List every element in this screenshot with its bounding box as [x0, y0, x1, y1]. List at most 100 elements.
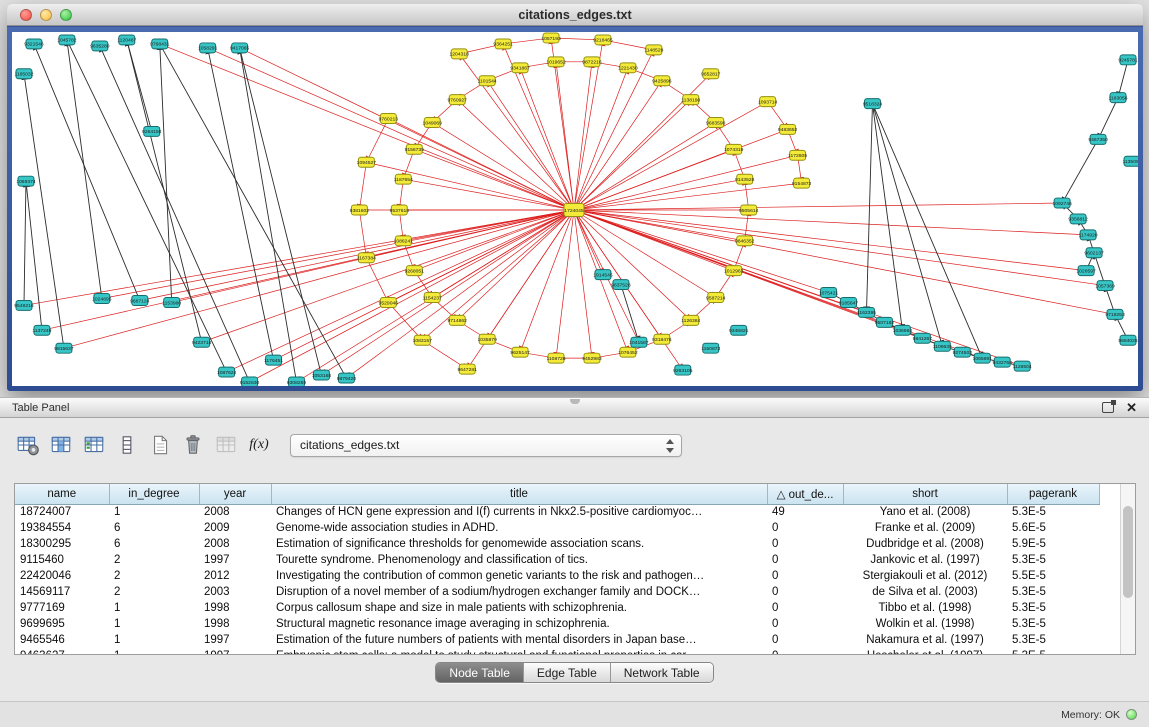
- graph-edge[interactable]: [1062, 139, 1098, 203]
- graph-node[interactable]: 1150873: [701, 343, 720, 353]
- graph-node[interactable]: 1065891: [973, 353, 993, 363]
- graph-node[interactable]: 9635280: [90, 41, 110, 51]
- graph-node[interactable]: 9483652: [778, 124, 798, 134]
- graph-node[interactable]: 9218465: [593, 35, 613, 45]
- graph-node[interactable]: 9154873: [792, 178, 812, 188]
- float-panel-icon[interactable]: [1102, 402, 1114, 413]
- graph-node[interactable]: 9156735: [405, 144, 425, 154]
- graph-node[interactable]: 1058291: [198, 43, 218, 53]
- graph-node[interactable]: 9714862: [448, 315, 468, 325]
- graph-edge[interactable]: [574, 210, 691, 320]
- close-window-button[interactable]: [20, 9, 32, 21]
- graph-node[interactable]: 9872216: [582, 57, 602, 67]
- row-height-icon[interactable]: [113, 431, 141, 459]
- graph-edge[interactable]: [467, 210, 574, 369]
- column-header-short[interactable]: short: [843, 484, 1007, 504]
- graph-node[interactable]: 1128504: [1013, 361, 1032, 371]
- graph-edge[interactable]: [1098, 98, 1118, 140]
- graph-node[interactable]: 1093714: [758, 97, 778, 107]
- tab-network-table[interactable]: Network Table: [610, 663, 713, 682]
- graph-node[interactable]: 9815637: [54, 343, 74, 353]
- table-row[interactable]: 977716911998Corpus callosum shape and si…: [15, 600, 1099, 616]
- graph-node[interactable]: 1094527: [357, 157, 377, 167]
- graph-node[interactable]: 9505614: [739, 205, 759, 215]
- graph-node[interactable]: 1086241: [394, 236, 414, 246]
- graph-node[interactable]: 9768431: [150, 39, 170, 49]
- graph-node[interactable]: 9423718: [192, 337, 212, 347]
- graph-node[interactable]: 1057193: [541, 33, 561, 43]
- network-canvas[interactable]: 1724045950561491435281074319968359011381…: [12, 32, 1138, 386]
- graph-node[interactable]: 9356812: [1068, 214, 1088, 224]
- graph-edge[interactable]: [127, 40, 152, 131]
- graph-edge[interactable]: [574, 210, 1088, 235]
- table-row[interactable]: 1872400712008Changes of HCN gene express…: [15, 504, 1099, 520]
- graph-node[interactable]: 1176451: [264, 355, 283, 365]
- graph-node[interactable]: 9143528: [735, 174, 755, 184]
- graph-node[interactable]: 9687124: [130, 296, 150, 306]
- table-row[interactable]: 1830029562008Estimation of significance …: [15, 536, 1099, 552]
- graph-node[interactable]: 9341867: [510, 63, 530, 73]
- graph-node[interactable]: 1204318: [450, 49, 470, 59]
- graph-node[interactable]: 1138190: [681, 95, 700, 105]
- graph-edge[interactable]: [414, 149, 574, 210]
- graph-node[interactable]: 9652817: [701, 69, 721, 79]
- graph-node[interactable]: 1172605: [788, 150, 807, 160]
- new-table-icon[interactable]: [146, 431, 174, 459]
- graph-node[interactable]: 1174920: [1079, 230, 1098, 240]
- graph-node[interactable]: 1183056: [1109, 93, 1128, 103]
- tab-node-table[interactable]: Node Table: [436, 663, 523, 682]
- graph-edge[interactable]: [67, 40, 227, 372]
- graph-node[interactable]: 9683590: [706, 118, 726, 128]
- graph-node[interactable]: 1024895: [92, 294, 112, 304]
- graph-node[interactable]: 1012963: [724, 266, 744, 276]
- graph-node[interactable]: 9417065: [230, 43, 250, 53]
- graph-node[interactable]: 9637528: [611, 280, 631, 290]
- close-panel-icon[interactable]: ✕: [1126, 401, 1137, 414]
- column-header-name[interactable]: name: [15, 484, 109, 504]
- graph-node[interactable]: 9268051: [405, 266, 425, 276]
- graph-node[interactable]: 1187654: [394, 174, 413, 184]
- graph-node[interactable]: 1041587: [629, 337, 649, 347]
- graph-node[interactable]: 1109635: [933, 341, 952, 351]
- graph-node[interactable]: 1053168: [312, 370, 332, 380]
- graph-edge[interactable]: [574, 183, 802, 210]
- zoom-window-button[interactable]: [60, 9, 72, 21]
- graph-node[interactable]: 9760927: [448, 95, 468, 105]
- table-scrollbar-thumb[interactable]: [1123, 506, 1133, 598]
- graph-node[interactable]: 1185032: [14, 69, 33, 79]
- graph-edge[interactable]: [520, 68, 574, 210]
- table-row[interactable]: 1938455462009Genome-wide association stu…: [15, 520, 1099, 536]
- graph-edge[interactable]: [574, 155, 798, 210]
- graph-node[interactable]: 1092746: [1052, 198, 1072, 208]
- graph-edge[interactable]: [574, 210, 1086, 271]
- graph-edge[interactable]: [240, 48, 297, 382]
- graph-node[interactable]: 9718253: [1105, 309, 1125, 319]
- table-row[interactable]: 946362711997Embryonic stem cells: a mode…: [15, 648, 1099, 655]
- graph-node[interactable]: 9760213: [379, 114, 399, 124]
- graph-edge[interactable]: [160, 44, 347, 378]
- graph-node[interactable]: 1914545: [593, 270, 613, 280]
- graph-edge[interactable]: [574, 102, 768, 210]
- table-scrollbar[interactable]: [1120, 484, 1135, 654]
- window-titlebar[interactable]: citations_edges.txt: [7, 4, 1143, 26]
- graph-node[interactable]: 9308259: [287, 377, 307, 386]
- graph-edge[interactable]: [24, 210, 574, 305]
- graph-node[interactable]: 9879420: [337, 373, 357, 383]
- graph-edge[interactable]: [574, 50, 654, 210]
- table-row[interactable]: 969969511998Structural magnetic resonanc…: [15, 616, 1099, 632]
- import-table-icon[interactable]: [80, 431, 108, 459]
- graph-node[interactable]: 1221430: [618, 63, 638, 73]
- graph-node[interactable]: 1069374: [16, 176, 36, 186]
- graph-node[interactable]: 9518324: [863, 99, 883, 109]
- graph-node[interactable]: 1724045: [564, 204, 584, 217]
- graph-node[interactable]: 9537618: [390, 205, 410, 215]
- graph-node[interactable]: 9548216: [14, 300, 34, 310]
- graph-node[interactable]: 1087624: [217, 367, 237, 377]
- graph-node[interactable]: 9452983: [582, 353, 602, 363]
- graph-node[interactable]: 9425896: [652, 76, 672, 86]
- graph-edge[interactable]: [574, 210, 829, 293]
- graph-node[interactable]: 9274503: [953, 347, 973, 357]
- graph-node[interactable]: 9467350: [1088, 134, 1108, 144]
- column-header-year[interactable]: year: [199, 484, 271, 504]
- graph-node[interactable]: 9318476: [652, 334, 672, 344]
